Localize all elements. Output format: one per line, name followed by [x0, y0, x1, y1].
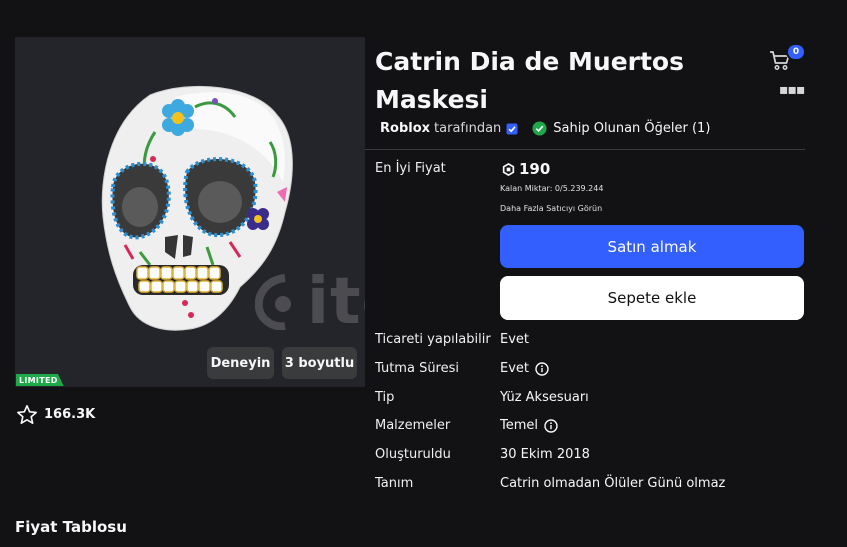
detail-label-materials: Malzemeler	[375, 418, 451, 433]
item-title-line1: Catrin Dia de Muertos	[375, 47, 684, 76]
favorite-counter[interactable]: 166.3K	[16, 404, 95, 425]
detail-value-text: Evet	[500, 332, 530, 347]
add-to-cart-button[interactable]: Sepete ekle	[500, 276, 804, 320]
detail-label-description: Tanım	[375, 476, 414, 491]
info-icon[interactable]	[535, 361, 549, 376]
creator-link[interactable]: Roblox	[380, 121, 430, 136]
detail-value-text: 30 Ekim 2018	[500, 447, 590, 462]
check-circle-icon	[532, 121, 547, 136]
detail-value-description: Catrin olmadan Ölüler Günü olmaz	[500, 476, 725, 491]
cart-count-badge: 0	[786, 43, 806, 61]
detail-value-text: Temel	[500, 418, 539, 433]
detail-label-tradable: Ticareti yapılabilir	[375, 332, 491, 347]
detail-value-created: 30 Ekim 2018	[500, 447, 590, 462]
best-price-label: En İyi Fiyat	[375, 161, 446, 176]
creator-byline: Roblox tarafından Sahip Olunan Öğeler (1…	[380, 121, 710, 136]
remaining-quantity: Kalan Miktar: 0/5.239.244	[500, 184, 604, 193]
detail-label-hold-duration: Tutma Süresi	[375, 361, 459, 376]
three-d-view-button[interactable]: 3 boyutlu	[282, 347, 357, 379]
detail-value-text: Evet	[500, 361, 530, 376]
detail-value-text: Catrin olmadan Ölüler Günü olmaz	[500, 476, 726, 491]
price-value: 190	[519, 160, 551, 178]
see-more-sellers-link[interactable]: Daha Fazla Satıcıyı Görün	[500, 204, 602, 213]
owned-items[interactable]: Sahip Olunan Öğeler (1)	[532, 121, 710, 136]
price-chart-title: Fiyat Tablosu	[15, 518, 127, 536]
creator-suffix: tarafından	[434, 121, 502, 136]
more-options-icon[interactable]: ▪▪▪	[779, 82, 805, 98]
item-title-line2: Maskesi	[375, 85, 488, 114]
detail-value-hold-duration: Evet	[500, 361, 549, 376]
limited-badge: LIMITED	[16, 374, 64, 386]
verified-badge-icon	[506, 123, 518, 134]
buy-button[interactable]: Satın almak	[500, 225, 804, 268]
price: 190	[502, 160, 550, 178]
item-thumbnail: itemsatis Deneyin 3 boyutlu	[15, 37, 365, 387]
robux-icon	[502, 162, 515, 176]
detail-label-type: Tip	[375, 390, 395, 405]
detail-label-created: Oluşturuldu	[375, 447, 451, 462]
sugar-skull-mask-image	[101, 85, 293, 331]
divider	[365, 149, 805, 150]
detail-value-text: Yüz Aksesuarı	[500, 390, 589, 405]
favorite-count: 166.3K	[44, 407, 96, 422]
info-icon[interactable]	[544, 418, 558, 433]
detail-value-tradable: Evet	[500, 332, 529, 347]
detail-value-materials: Temel	[500, 418, 558, 433]
star-icon[interactable]	[16, 404, 38, 425]
item-title: Catrin Dia de Muertos Maskesi	[375, 43, 755, 119]
owned-items-label: Sahip Olunan Öğeler (1)	[553, 121, 711, 136]
try-on-button[interactable]: Deneyin	[207, 347, 274, 379]
detail-value-type: Yüz Aksesuarı	[500, 390, 589, 405]
